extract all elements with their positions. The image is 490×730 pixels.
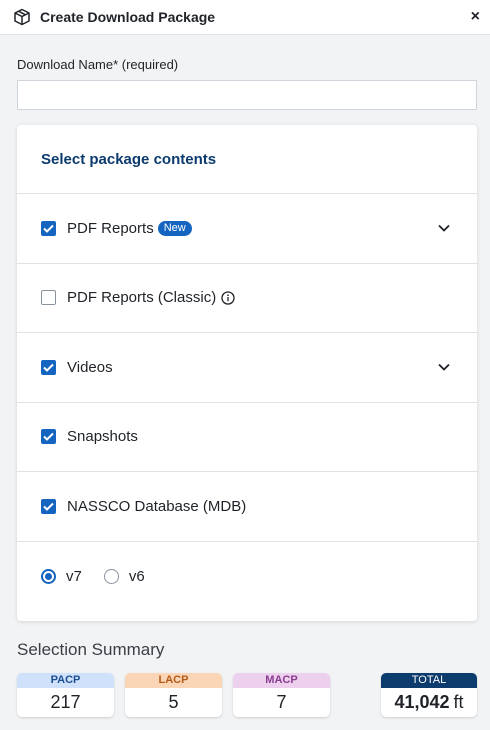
macp-stat: MACP 7 (233, 673, 330, 717)
v6-radio[interactable] (103, 568, 119, 584)
pdf-reports-label: PDF Reports (67, 219, 154, 237)
package-contents-card: Select package contents PDF Reports New … (17, 125, 477, 621)
content-row-pdf-reports[interactable]: PDF Reports New (17, 194, 477, 264)
content-row-snapshots[interactable]: Snapshots (17, 403, 477, 472)
pdf-reports-classic-label: PDF Reports (Classic) (67, 289, 217, 307)
chevron-down-icon[interactable] (437, 221, 451, 235)
pdf-reports-classic-checkbox[interactable] (41, 290, 56, 306)
selection-summary-title: Selection Summary (17, 640, 165, 659)
new-badge: New (157, 220, 192, 236)
lacp-label: LACP (125, 673, 222, 688)
total-label: TOTAL (381, 673, 477, 688)
close-icon[interactable]: × (471, 8, 480, 26)
total-stat: TOTAL 41,042 ft (381, 673, 477, 717)
download-name-input[interactable] (17, 80, 477, 110)
total-footage: 41,042 (394, 692, 450, 712)
pdf-reports-checkbox[interactable] (41, 220, 56, 236)
total-unit: ft (453, 692, 464, 712)
pacp-label: PACP (17, 673, 114, 688)
content-row-nassco-database[interactable]: NASSCO Database (MDB) (17, 472, 477, 542)
v6-label: v6 (128, 567, 145, 585)
dialog-title: Create Download Package (40, 9, 216, 25)
macp-value: 7 (276, 692, 287, 712)
dialog-header: Create Download Package × (0, 0, 490, 35)
lacp-stat: LACP 5 (125, 673, 222, 717)
content-row-videos[interactable]: Videos (17, 333, 477, 403)
macp-label: MACP (233, 673, 330, 688)
info-icon[interactable] (221, 291, 235, 305)
version-option-v6[interactable]: v6 (103, 567, 145, 585)
v7-label: v7 (66, 567, 82, 585)
lacp-value: 5 (168, 692, 179, 712)
videos-label: Videos (67, 358, 113, 376)
videos-checkbox[interactable] (41, 359, 56, 375)
content-row-pdf-reports-classic[interactable]: PDF Reports (Classic) (17, 264, 477, 333)
total-value: 41,042 ft (381, 688, 477, 716)
pacp-value: 217 (50, 692, 81, 712)
nassco-database-checkbox[interactable] (41, 498, 56, 514)
chevron-down-icon[interactable] (437, 360, 451, 374)
v7-radio[interactable] (41, 568, 56, 584)
package-contents-title: Select package contents (17, 125, 477, 194)
version-row: v7 v6 (17, 542, 477, 612)
version-option-v7[interactable]: v7 (41, 568, 82, 585)
nassco-database-label: NASSCO Database (MDB) (67, 497, 247, 515)
pacp-stat: PACP 217 (17, 673, 114, 717)
snapshots-label: Snapshots (67, 428, 138, 446)
package-icon (12, 7, 32, 27)
snapshots-checkbox[interactable] (41, 429, 56, 445)
download-name-label: Download Name* (required) (17, 57, 179, 72)
